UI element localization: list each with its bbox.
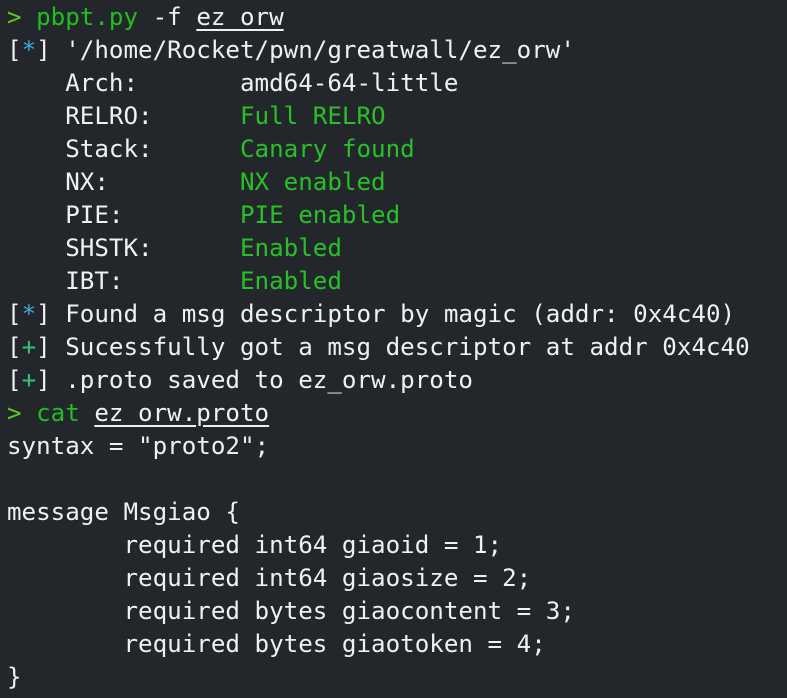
terminal-line: syntax = "proto2";	[7, 430, 787, 463]
security-status: NX enabled	[240, 168, 386, 196]
output-text: Arch: amd64-64-little	[7, 69, 459, 97]
prompt-symbol: >	[7, 3, 37, 31]
terminal-line: PIE: PIE enabled	[7, 199, 787, 232]
terminal-line: [+] .proto saved to ez_orw.proto	[7, 364, 787, 397]
terminal-line: [+] Sucessfully got a msg descriptor at …	[7, 331, 787, 364]
output-text: [	[7, 36, 22, 64]
terminal-line: > pbpt.py -f ez_orw	[7, 1, 787, 34]
terminal-line: Arch: amd64-64-little	[7, 67, 787, 100]
output-text: required bytes giaocontent = 3;	[7, 597, 575, 625]
output-text: IBT:	[7, 267, 240, 295]
terminal-line: NX: NX enabled	[7, 166, 787, 199]
output-text: NX:	[7, 168, 240, 196]
terminal-line: Stack: Canary found	[7, 133, 787, 166]
output-text: }	[7, 663, 22, 691]
output-text: syntax = "proto2";	[7, 432, 270, 460]
output-text: required int64 giaoid = 1;	[7, 531, 503, 559]
security-status: Enabled	[240, 267, 342, 295]
output-text: [	[7, 333, 22, 361]
terminal-line: required bytes giaotoken = 4;	[7, 628, 787, 661]
output-text: required int64 giaosize = 2;	[7, 564, 532, 592]
command-name: pbpt.py	[36, 3, 139, 31]
terminal-line: IBT: Enabled	[7, 265, 787, 298]
output-text: -f	[138, 3, 197, 31]
security-status: Canary found	[240, 135, 415, 163]
output-text: ] Sucessfully got a msg descriptor at ad…	[36, 333, 750, 361]
output-text: SHSTK:	[7, 234, 240, 262]
output-text: message Msgiao {	[7, 498, 240, 526]
terminal-line: SHSTK: Enabled	[7, 232, 787, 265]
terminal-line: }	[7, 661, 787, 694]
info-marker: *	[21, 36, 37, 64]
output-text: required bytes giaotoken = 4;	[7, 630, 546, 658]
file-path-argument: ez_orw.proto	[94, 399, 270, 427]
security-status: PIE enabled	[240, 201, 401, 229]
command-name: cat	[36, 399, 80, 427]
terminal-line: > cat ez_orw.proto	[7, 397, 787, 430]
info-marker: *	[21, 300, 37, 328]
terminal-output[interactable]: > pbpt.py -f ez_orw [*] '/home/Rocket/pwn…	[0, 0, 787, 694]
success-marker: +	[21, 333, 37, 361]
terminal-line: [*] '/home/Rocket/pwn/greatwall/ez_orw'	[7, 34, 787, 67]
security-status: Enabled	[240, 234, 342, 262]
prompt-symbol: >	[7, 399, 37, 427]
security-status: Full RELRO	[240, 102, 386, 130]
terminal-line: message Msgiao {	[7, 496, 787, 529]
terminal-line: required int64 giaoid = 1;	[7, 529, 787, 562]
terminal-line: RELRO: Full RELRO	[7, 100, 787, 133]
output-text: ] Found a msg descriptor by magic (addr:…	[36, 300, 736, 328]
output-text: [	[7, 366, 22, 394]
success-marker: +	[21, 366, 37, 394]
output-text: ] .proto saved to ez_orw.proto	[36, 366, 473, 394]
output-text: [	[7, 300, 22, 328]
file-path-argument: ez_orw	[196, 3, 284, 31]
output-text: PIE:	[7, 201, 240, 229]
terminal-line: required bytes giaocontent = 3;	[7, 595, 787, 628]
output-text: ] '/home/Rocket/pwn/greatwall/ez_orw'	[36, 36, 575, 64]
terminal-line: required int64 giaosize = 2;	[7, 562, 787, 595]
output-text: RELRO:	[7, 102, 240, 130]
terminal-line: [*] Found a msg descriptor by magic (add…	[7, 298, 787, 331]
output-text: Stack:	[7, 135, 240, 163]
